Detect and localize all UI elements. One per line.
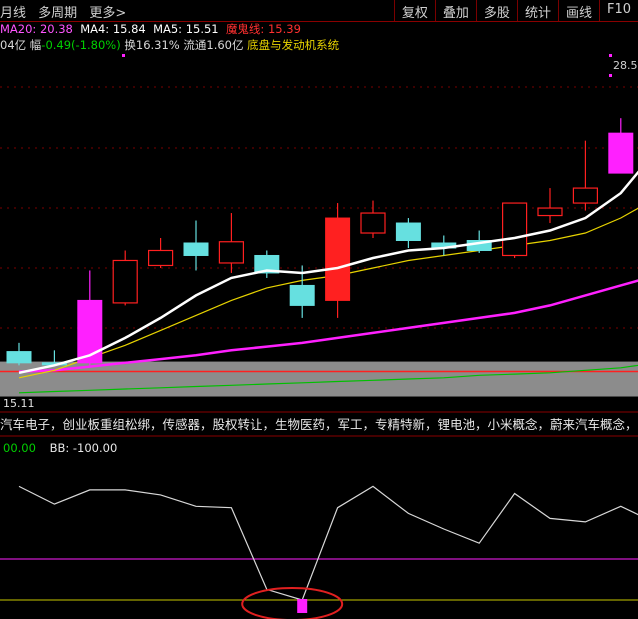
mark-dot-2 — [609, 74, 612, 77]
candle-body-6 — [218, 241, 244, 264]
price-high-label: 28.53 — [613, 59, 638, 72]
kline-chart[interactable] — [0, 0, 638, 619]
candle-body-9 — [325, 217, 351, 301]
highlight-circle — [241, 587, 344, 619]
indicator-header: 00.00 BB: -100.00 — [3, 441, 117, 455]
candle-body-15 — [537, 207, 563, 217]
indicator-line — [18, 485, 638, 601]
candle-body-3 — [112, 259, 138, 304]
mark-dot-0 — [122, 54, 125, 57]
candle-body-5 — [183, 242, 209, 256]
candle-body-16 — [572, 187, 599, 204]
indicator-signal-bar — [297, 599, 308, 613]
mark-dot-1 — [609, 54, 612, 57]
candle-body-0 — [6, 351, 32, 364]
price-low-label: 15.11 — [3, 397, 35, 410]
candle-body-14 — [502, 202, 528, 257]
candle-body-8 — [289, 284, 315, 306]
candle-body-2 — [77, 299, 103, 364]
indicator-value-2: BB: -100.00 — [49, 441, 118, 455]
candle-body-17 — [608, 132, 634, 174]
indicator-value-1: 00.00 — [3, 441, 36, 455]
candle-body-4 — [148, 249, 174, 267]
candle-body-11 — [395, 222, 421, 242]
concepts-bar: 汽车电子，创业板重组松绑，传感器，股权转让，生物医药，军工，专精特新，锂电池，小… — [0, 417, 638, 432]
candle-body-10 — [360, 212, 386, 234]
